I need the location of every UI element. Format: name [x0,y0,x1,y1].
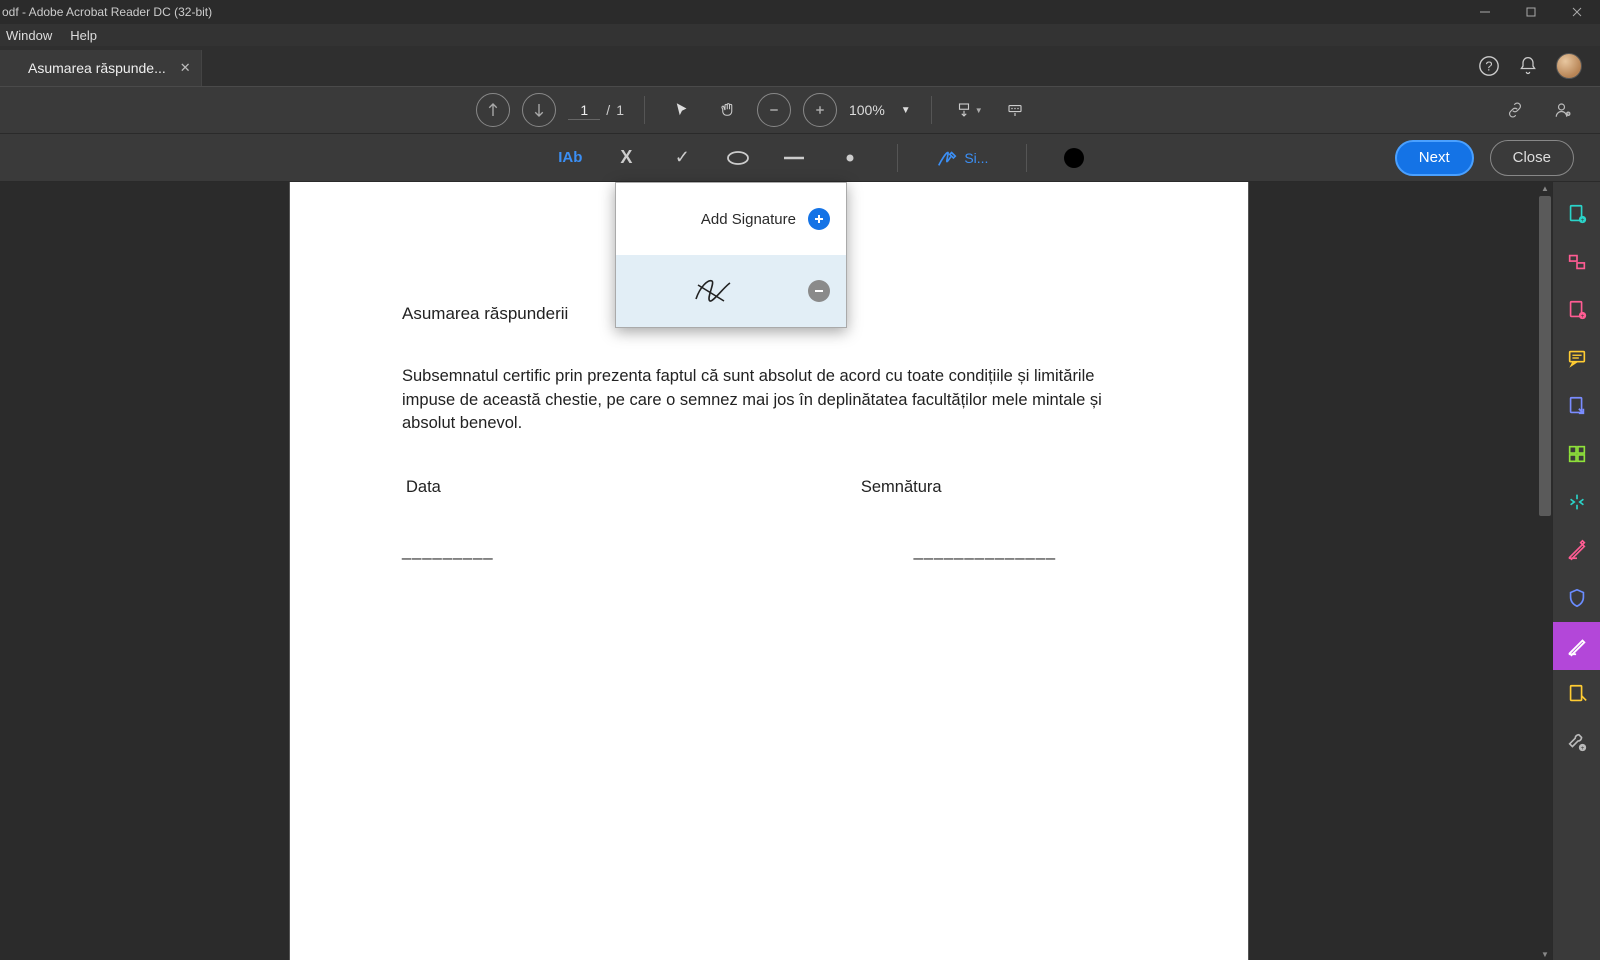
page-total: 1 [616,102,624,118]
add-signature-label: Add Signature [701,211,796,228]
fit-width-icon[interactable]: ▼ [952,93,986,127]
page-current-input[interactable] [568,101,600,120]
doc-body: Subsemnatul certific prin prezenta faptu… [402,365,1136,437]
comment-tool[interactable] [1553,334,1600,382]
title-bar: odf - Adobe Acrobat Reader DC (32-bit) [0,0,1600,24]
svg-text:+: + [1580,313,1584,320]
protect-tool[interactable] [1553,574,1600,622]
share-person-icon[interactable]: + [1546,93,1580,127]
page-separator: / [606,102,610,118]
signature-line: ______________ [914,540,1056,564]
create-pdf-tool[interactable]: + [1553,190,1600,238]
zoom-level[interactable]: 100% ▼ [849,102,911,118]
sign-button-label: Si... [964,150,988,166]
main-toolbar: / 1 100% ▼ ▼ + [0,86,1600,134]
scroll-up-icon[interactable]: ▲ [1538,182,1552,194]
color-dot-icon [1064,148,1084,168]
saved-signature-row[interactable] [616,255,846,327]
share-link-icon[interactable] [1498,93,1532,127]
add-check-tool[interactable]: ✓ [665,141,699,175]
vertical-scrollbar[interactable]: ▲ ▼ [1538,182,1552,960]
add-text-tool[interactable]: IAb [553,141,587,175]
edit-pdf-tool[interactable]: + [1553,286,1600,334]
page-indicator: / 1 [568,101,624,120]
maximize-button[interactable] [1508,0,1554,24]
page-down-button[interactable] [522,93,556,127]
document-tab[interactable]: Asumarea răspunde... ✕ [0,50,202,86]
svg-text:?: ? [1485,59,1492,74]
plus-icon [808,208,830,230]
tools-sidebar: + + + [1552,182,1600,960]
svg-text:+: + [1567,112,1570,117]
hand-tool-icon[interactable] [711,93,745,127]
fill-sign-tool[interactable] [1553,622,1600,670]
separator [644,96,645,124]
separator [1026,144,1027,172]
svg-text:+: + [1580,217,1584,224]
date-line: _________ [402,540,494,564]
window-title: odf - Adobe Acrobat Reader DC (32-bit) [2,5,1462,19]
zoom-out-button[interactable] [757,93,791,127]
compress-pdf-tool[interactable] [1553,478,1600,526]
separator [931,96,932,124]
date-label: Data [406,476,441,500]
tab-bar: Asumarea răspunde... ✕ ? [0,46,1600,86]
help-icon[interactable]: ? [1478,55,1500,77]
add-dot-tool[interactable] [833,141,867,175]
page-up-button[interactable] [476,93,510,127]
svg-text:+: + [1580,745,1584,752]
chevron-down-icon: ▼ [901,105,911,116]
selection-tool-icon[interactable] [665,93,699,127]
minimize-button[interactable] [1462,0,1508,24]
color-picker[interactable] [1057,141,1091,175]
organize-pages-tool[interactable] [1553,430,1600,478]
add-circle-tool[interactable] [721,141,755,175]
document-tab-label: Asumarea răspunde... [28,60,166,76]
zoom-value: 100% [849,102,885,118]
add-signature-row[interactable]: Add Signature [616,183,846,255]
send-for-signature-tool[interactable] [1553,670,1600,718]
minus-icon[interactable] [808,280,830,302]
sign-button[interactable]: Si... [928,143,996,173]
scrollbar-thumb[interactable] [1539,196,1551,516]
menu-help[interactable]: Help [70,28,97,43]
add-x-tool[interactable]: X [609,141,643,175]
close-button[interactable]: Close [1490,140,1574,176]
menu-bar: Window Help [0,24,1600,46]
separator [897,144,898,172]
close-tab-icon[interactable]: ✕ [180,60,191,76]
menu-window[interactable]: Window [6,28,52,43]
scroll-down-icon[interactable]: ▼ [1538,948,1552,960]
fill-sign-toolbar: IAb X ✓ Si... Next Close [0,134,1600,182]
redact-tool[interactable] [1553,526,1600,574]
signature-preview-icon [632,273,796,309]
read-mode-icon[interactable] [998,93,1032,127]
close-window-button[interactable] [1554,0,1600,24]
signature-popup: Add Signature [615,182,847,328]
export-pdf-tool[interactable] [1553,382,1600,430]
bell-icon[interactable] [1518,56,1538,76]
next-button[interactable]: Next [1395,140,1474,176]
add-line-tool[interactable] [777,141,811,175]
profile-avatar[interactable] [1556,53,1582,79]
signature-label: Semnătura [861,476,942,500]
zoom-in-button[interactable] [803,93,837,127]
combine-files-tool[interactable] [1553,238,1600,286]
more-tools-tool[interactable]: + [1553,718,1600,766]
